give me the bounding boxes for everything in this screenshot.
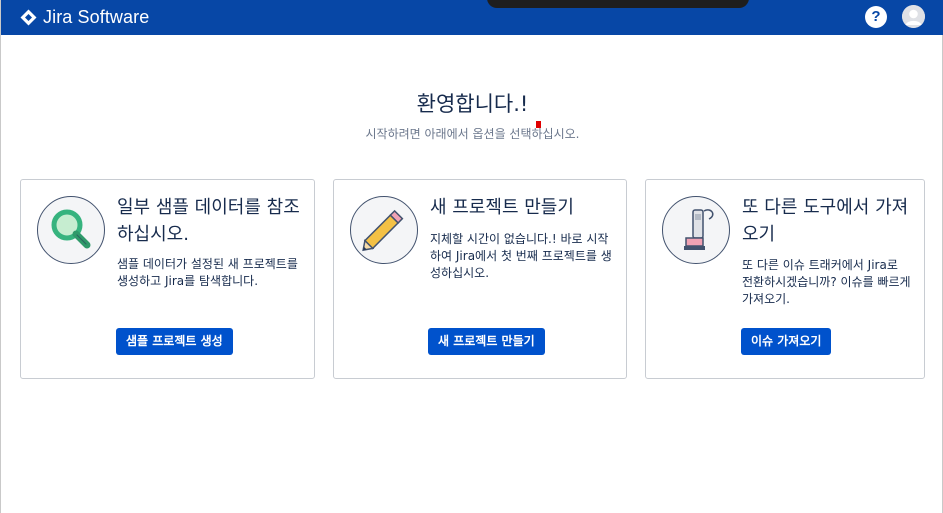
new-project-card-title: 새 프로젝트 만들기 bbox=[430, 197, 574, 218]
welcome-title: 환영합니다.! bbox=[416, 92, 529, 116]
help-button[interactable]: ? bbox=[865, 6, 887, 28]
magnifying-glass-icon bbox=[37, 196, 105, 264]
create-sample-project-button[interactable]: 샘플 프로젝트 생성 bbox=[116, 328, 233, 355]
import-card: 또 다른 도구에서 가져오기 또 다른 이슈 트래커에서 Jira로 전환하시겠… bbox=[645, 179, 925, 379]
welcome-subtitle: 시작하려면 아래에서 옵션을 선택하십시오. bbox=[365, 127, 580, 141]
sample-data-card-description: 샘플 데이터가 설정된 새 프로젝트를 생성하고 Jira를 탐색합니다. bbox=[117, 257, 298, 288]
import-issues-button[interactable]: 이슈 가져오기 bbox=[741, 328, 832, 355]
product-name: Jira Software bbox=[43, 6, 150, 27]
jira-diamond-icon bbox=[20, 9, 37, 25]
new-project-card-description: 지체할 시간이 없습니다.! 바로 시작하여 Jira에서 첫 번째 프로젝트를… bbox=[430, 232, 612, 280]
screen-sharing-overlay bbox=[487, 0, 749, 8]
create-new-project-button[interactable]: 새 프로젝트 만들기 bbox=[428, 328, 545, 355]
pencil-icon bbox=[350, 196, 418, 264]
page: Jira Software ? 환영합니다.! 시작하려면 아래에서 옵션을 선… bbox=[0, 0, 943, 513]
jira-logo-link[interactable]: Jira Software bbox=[20, 6, 149, 28]
import-card-description: 또 다른 이슈 트래커에서 Jira로 전환하시겠습니까? 이슈를 빠르게 가져… bbox=[742, 258, 911, 306]
import-card-title: 또 다른 도구에서 가져오기 bbox=[742, 197, 909, 245]
sample-data-card-title: 일부 샘플 데이터를 참조하십시오. bbox=[117, 197, 300, 245]
sample-data-card: 일부 샘플 데이터를 참조하십시오. 샘플 데이터가 설정된 새 프로젝트를 생… bbox=[20, 179, 315, 379]
top-navigation-bar: Jira Software ? bbox=[1, 0, 943, 35]
user-avatar[interactable] bbox=[902, 5, 925, 28]
vacuum-cleaner-icon bbox=[662, 196, 730, 264]
new-project-card: 새 프로젝트 만들기 지체할 시간이 없습니다.! 바로 시작하여 Jira에서… bbox=[333, 179, 627, 379]
user-profile-icon bbox=[902, 5, 925, 28]
